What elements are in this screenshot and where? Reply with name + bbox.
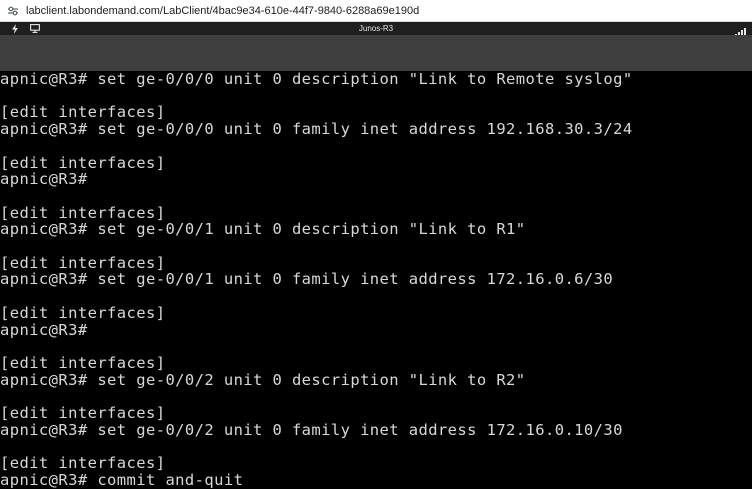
signal-icon (735, 24, 747, 37)
terminal-line: apnic@R3# set ge-0/0/1 unit 0 descriptio… (0, 220, 526, 239)
url-text[interactable]: labclient.labondemand.com/LabClient/4bac… (26, 5, 419, 17)
terminal-line: [edit interfaces] (0, 454, 166, 473)
terminal-line: [edit interfaces] (0, 253, 166, 272)
terminal-line: apnic@R3# set ge-0/0/0 unit 0 descriptio… (0, 71, 633, 88)
terminal-line: [edit interfaces] (0, 303, 166, 322)
terminal-line: apnic@R3# commit and-quit (0, 470, 244, 489)
vm-title: Junos-R3 (358, 24, 394, 33)
lab-toolbar: Junos-R3 (0, 22, 752, 37)
terminal-line: apnic@R3# set ge-0/0/1 unit 0 family ine… (0, 270, 614, 289)
terminal-line: apnic@R3# (0, 170, 88, 189)
lab-client-window: labclient.labondemand.com/LabClient/4bac… (0, 0, 752, 489)
terminal-line: apnic@R3# set ge-0/0/0 unit 0 family ine… (0, 120, 633, 139)
console-header-strip (0, 35, 752, 71)
terminal-console[interactable]: apnic@R3# set ge-0/0/0 unit 0 descriptio… (0, 71, 752, 489)
terminal-line: [edit interfaces] (0, 203, 166, 222)
terminal-line: apnic@R3# set ge-0/0/2 unit 0 descriptio… (0, 370, 526, 389)
address-bar[interactable]: labclient.labondemand.com/LabClient/4bac… (0, 0, 752, 22)
terminal-line: [edit interfaces] (0, 404, 166, 422)
terminal-line: apnic@R3# set ge-0/0/2 unit 0 family ine… (0, 420, 623, 439)
terminal-line: [edit interfaces] (0, 353, 166, 372)
tune-icon[interactable] (6, 4, 20, 18)
monitor-icon[interactable] (28, 22, 42, 35)
terminal-line: [edit interfaces] (0, 153, 166, 172)
terminal-line: [edit interfaces] (0, 103, 166, 122)
terminal-line: apnic@R3# (0, 320, 88, 339)
power-icon[interactable] (8, 22, 22, 35)
